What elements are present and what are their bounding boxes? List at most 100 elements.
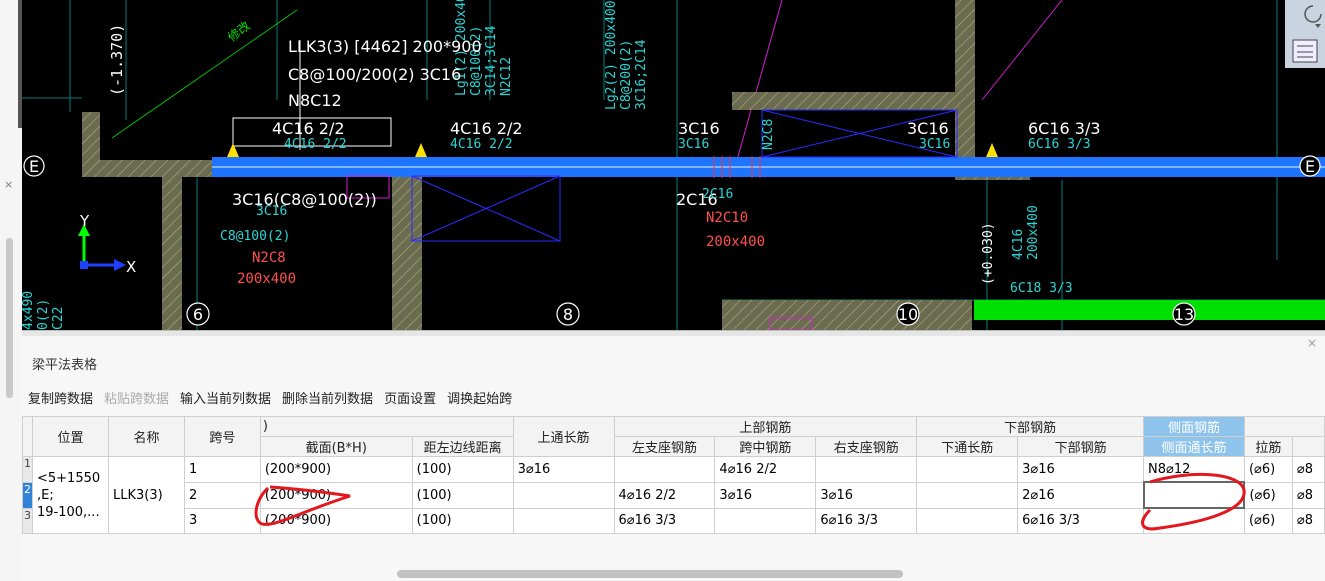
section-cell[interactable]: (200*900) bbox=[259, 481, 413, 509]
left-dock-strip: × bbox=[0, 0, 23, 581]
svg-text:3C16: 3C16 bbox=[256, 204, 287, 219]
col-location[interactable]: 位置 bbox=[32, 416, 109, 457]
view-tools[interactable] bbox=[1285, 0, 1325, 68]
axis-label-8: 8 bbox=[563, 305, 573, 324]
side-cell[interactable]: N8⌀12 bbox=[1143, 456, 1245, 483]
axis-x-label: X bbox=[126, 258, 136, 276]
svg-text:3C16: 3C16 bbox=[907, 119, 949, 138]
table-toolbar: 复制跨数据 粘贴跨数据 输入当前列数据 删除当前列数据 页面设置 调换起始跨 bbox=[28, 388, 512, 407]
col-bottom-bars[interactable]: 下部钢筋 bbox=[1017, 436, 1145, 457]
top-left-cell[interactable]: 6⌀16 3/3 bbox=[613, 507, 716, 534]
bottom-cell[interactable]: 2⌀16 bbox=[1017, 481, 1145, 509]
row-number[interactable]: 1 bbox=[22, 456, 33, 483]
top-right-cell[interactable]: 6⌀16 3/3 bbox=[815, 507, 918, 534]
dist-cell[interactable]: (100) bbox=[411, 456, 514, 483]
col-extra[interactable] bbox=[1291, 436, 1325, 457]
svg-text:3C16;2C14: 3C16;2C14 bbox=[634, 39, 649, 110]
tie-cell[interactable]: (⌀6) bbox=[1243, 456, 1293, 483]
row-number[interactable]: 2 bbox=[22, 481, 33, 509]
top-mid-cell[interactable]: 3⌀16 bbox=[714, 481, 817, 509]
top-left-cell[interactable] bbox=[613, 456, 716, 483]
span-cell[interactable]: 1 bbox=[183, 456, 261, 483]
col-top-left[interactable]: 左支座钢筋 bbox=[613, 436, 716, 457]
svg-text:4C16 2/2: 4C16 2/2 bbox=[272, 119, 345, 138]
col-top-right[interactable]: 右支座钢筋 bbox=[815, 436, 918, 457]
top-through-cell[interactable] bbox=[512, 507, 615, 534]
svg-text:Lg2(2) 200x400: Lg2(2) 200x400 bbox=[604, 0, 619, 110]
magenta-line-2 bbox=[981, 0, 1063, 101]
col-name[interactable]: 名称 bbox=[107, 416, 185, 457]
table-row[interactable]: 2 2 (200*900) (100) 4⌀16 2/2 3⌀16 3⌀16 2… bbox=[22, 481, 1325, 509]
tie-cell[interactable]: (⌀6) bbox=[1243, 507, 1293, 534]
col-group-bottom: 下部钢筋 bbox=[916, 416, 1145, 437]
section-cell[interactable]: (200*900) bbox=[259, 456, 413, 483]
col-group-elevation: ) bbox=[259, 416, 514, 437]
top-right-cell[interactable]: 3⌀16 bbox=[815, 481, 918, 509]
close-icon[interactable]: × bbox=[4, 178, 13, 191]
extra-cell[interactable]: ⌀8 bbox=[1291, 507, 1325, 534]
svg-text:3C14;3C14: 3C14;3C14 bbox=[484, 25, 499, 96]
bottom-through-cell[interactable] bbox=[916, 456, 1019, 483]
top-through-cell[interactable]: 3⌀16 bbox=[512, 456, 615, 483]
span-cell[interactable]: 3 bbox=[183, 507, 261, 534]
bottom-through-cell[interactable] bbox=[916, 507, 1019, 534]
name-cell[interactable]: LLK3(3) bbox=[107, 456, 185, 534]
top-right-cell[interactable] bbox=[815, 456, 918, 483]
location-cell[interactable]: <5+1550 ,E; 19-100,... bbox=[32, 456, 109, 534]
top-left-cell[interactable]: 4⌀16 2/2 bbox=[613, 481, 716, 509]
col-top-mid[interactable]: 跨中钢筋 bbox=[714, 436, 817, 457]
col-bottom-through[interactable]: 下通长筋 bbox=[916, 436, 1019, 457]
extra-cell[interactable]: ⌀8 bbox=[1291, 456, 1325, 483]
col-top-through[interactable]: 上通长筋 bbox=[512, 416, 615, 457]
svg-text:4C16 2/2: 4C16 2/2 bbox=[450, 119, 523, 138]
col-section[interactable]: 截面(B*H) bbox=[259, 436, 413, 457]
top-mid-cell[interactable] bbox=[714, 507, 817, 534]
side-cell[interactable] bbox=[1143, 507, 1245, 534]
input-column-data-button[interactable]: 输入当前列数据 bbox=[180, 388, 271, 407]
page-setup-button[interactable]: 页面设置 bbox=[384, 388, 436, 407]
svg-text:4C16 2/2: 4C16 2/2 bbox=[284, 137, 347, 152]
cad-drawing-canvas[interactable]: E E 6 8 10 13 Y X (-1.370) Lg1(2) 200x40… bbox=[22, 0, 1325, 330]
axis-y-label: Y bbox=[79, 212, 90, 230]
svg-text:N2C8: N2C8 bbox=[761, 119, 776, 150]
bottom-cell[interactable]: 6⌀16 3/3 bbox=[1017, 507, 1145, 534]
vertical-scrollbar[interactable] bbox=[6, 238, 13, 398]
bottom-cell[interactable]: 3⌀16 bbox=[1017, 456, 1145, 483]
axis-label-e-left: E bbox=[29, 157, 39, 176]
svg-text:0(2): 0(2) bbox=[36, 299, 51, 330]
bottom-through-cell[interactable] bbox=[916, 481, 1019, 509]
svg-text:(+0.030): (+0.030) bbox=[981, 222, 996, 285]
copy-span-data-button[interactable]: 复制跨数据 bbox=[28, 388, 93, 407]
col-span[interactable]: 跨号 bbox=[183, 416, 261, 457]
row-number[interactable]: 3 bbox=[22, 507, 33, 534]
col-side-through[interactable]: 侧面通长筋 bbox=[1143, 436, 1245, 457]
delete-column-data-button[interactable]: 删除当前列数据 bbox=[282, 388, 373, 407]
dist-cell[interactable]: (100) bbox=[411, 481, 514, 509]
green-beam bbox=[974, 300, 1325, 320]
svg-text:4C16 2/2: 4C16 2/2 bbox=[450, 137, 513, 152]
svg-text:N2C12: N2C12 bbox=[499, 57, 514, 96]
section-cell[interactable]: (200*900) bbox=[259, 507, 413, 534]
cad-svg: E E 6 8 10 13 Y X (-1.370) Lg1(2) 200x40… bbox=[22, 0, 1325, 330]
svg-text:C22: C22 bbox=[51, 307, 66, 330]
table-row[interactable]: 1 <5+1550 ,E; 19-100,... LLK3(3) 1 (200*… bbox=[22, 456, 1325, 534]
col-tie[interactable]: 拉筋 bbox=[1243, 436, 1293, 457]
extra-cell[interactable]: ⌀8 bbox=[1291, 481, 1325, 509]
col-edge-distance[interactable]: 距左边线距离 bbox=[411, 436, 514, 457]
svg-text:LLK3(3) [4462] 200*900: LLK3(3) [4462] 200*900 bbox=[288, 37, 482, 56]
svg-text:200x400: 200x400 bbox=[706, 234, 765, 250]
side-cell-selected[interactable] bbox=[1142, 481, 1246, 509]
location-line: ,E; bbox=[37, 487, 54, 503]
dist-cell[interactable]: (100) bbox=[411, 507, 514, 534]
svg-text:4C16: 4C16 bbox=[1011, 229, 1026, 260]
top-through-cell[interactable] bbox=[512, 481, 615, 509]
span-cell[interactable]: 2 bbox=[183, 481, 261, 509]
tie-cell[interactable]: (⌀6) bbox=[1243, 481, 1293, 509]
table-row[interactable]: 3 3 (200*900) (100) 6⌀16 3/3 6⌀16 3/3 6⌀… bbox=[22, 507, 1325, 534]
close-icon[interactable]: × bbox=[1307, 336, 1317, 350]
horizontal-scrollbar[interactable] bbox=[397, 570, 903, 578]
swap-start-span-button[interactable]: 调换起始跨 bbox=[447, 388, 512, 407]
svg-text:C8@100(2): C8@100(2) bbox=[220, 229, 290, 244]
top-mid-cell[interactable]: 4⌀16 2/2 bbox=[714, 456, 817, 483]
paste-span-data-button[interactable]: 粘贴跨数据 bbox=[104, 388, 169, 407]
